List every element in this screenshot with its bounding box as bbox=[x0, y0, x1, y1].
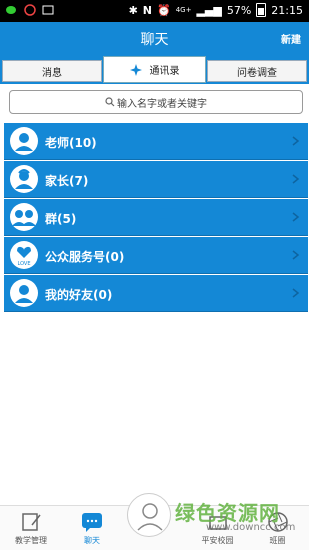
list-item-public-accounts[interactable]: LOVE 公众服务号(0) bbox=[4, 237, 308, 274]
tab-label: 通讯录 bbox=[149, 66, 180, 77]
nav-label: 班圈 bbox=[269, 536, 286, 545]
chat-bubble-icon bbox=[82, 513, 102, 532]
chevron-right-icon bbox=[292, 250, 300, 260]
profile-center-button[interactable] bbox=[127, 493, 171, 537]
tab-label: 问卷调查 bbox=[237, 67, 277, 79]
list-item-teachers[interactable]: 老师(10) bbox=[4, 123, 308, 160]
tab-label: 消息 bbox=[42, 67, 62, 79]
friend-icon bbox=[10, 279, 38, 307]
search-icon bbox=[105, 97, 115, 107]
nav-label: 教学管理 bbox=[15, 536, 47, 545]
parent-icon bbox=[10, 165, 38, 193]
list-item-friends[interactable]: 我的好友(0) bbox=[4, 275, 308, 312]
search-input[interactable]: 输入名字或者关键字 bbox=[9, 90, 303, 114]
group-icon bbox=[10, 203, 38, 231]
title-bar: 聊天 新建 bbox=[0, 22, 309, 54]
nav-label: 平安校园 bbox=[201, 536, 234, 545]
alarm-icon: ⏰ bbox=[157, 3, 171, 17]
list-item-label: 老师(10) bbox=[45, 136, 97, 150]
nav-label: 聊天 bbox=[84, 536, 100, 545]
status-bar: ✱ N ⏰ 4G+ ▂▄▆ 57% 21:15 bbox=[0, 0, 309, 22]
search-area: 输入名字或者关键字 bbox=[0, 84, 309, 120]
battery-percent: 57% bbox=[226, 3, 252, 17]
nav-teaching-management[interactable]: 教学管理 bbox=[8, 506, 54, 550]
teacher-icon bbox=[10, 127, 38, 155]
list-item-groups[interactable]: 群(5) bbox=[4, 199, 308, 236]
nav-chat[interactable]: 聊天 bbox=[72, 506, 112, 550]
search-placeholder: 输入名字或者关键字 bbox=[117, 98, 207, 110]
list-item-label: 我的好友(0) bbox=[45, 288, 113, 302]
chevron-right-icon bbox=[292, 136, 300, 146]
tab-messages[interactable]: 消息 bbox=[2, 60, 102, 82]
wechat-icon bbox=[6, 6, 16, 14]
image-icon bbox=[42, 5, 54, 15]
bluetooth-icon: ✱ bbox=[128, 3, 138, 17]
nfc-icon: N bbox=[142, 3, 152, 17]
chevron-right-icon bbox=[292, 212, 300, 222]
battery-icon bbox=[256, 3, 267, 17]
svg-text:LOVE: LOVE bbox=[17, 261, 30, 267]
chevron-right-icon bbox=[292, 288, 300, 298]
tab-bar: 消息 通讯录 问卷调查 bbox=[0, 54, 309, 84]
new-button[interactable]: 新建 bbox=[281, 31, 301, 46]
tab-survey[interactable]: 问卷调查 bbox=[207, 60, 307, 82]
compass-star-icon bbox=[129, 63, 142, 76]
tab-contacts[interactable]: 通讯录 bbox=[103, 56, 206, 83]
list-item-parents[interactable]: 家长(7) bbox=[4, 161, 308, 198]
signal-icon: ▂▄▆ bbox=[196, 3, 222, 17]
chevron-right-icon bbox=[292, 174, 300, 184]
clock: 21:15 bbox=[271, 3, 303, 17]
person-icon bbox=[137, 503, 163, 531]
list-item-label: 群(5) bbox=[45, 212, 77, 226]
clipboard-icon bbox=[22, 513, 41, 531]
list-item-label: 公众服务号(0) bbox=[45, 250, 125, 264]
contact-list: 老师(10) 家长(7) 群(5) LOVE 公众服务号(0) 我的好友(0) bbox=[4, 123, 308, 313]
watermark-url: www.downcc.com bbox=[206, 522, 296, 533]
network-label: 4G+ bbox=[175, 6, 192, 14]
app-notification-icon bbox=[24, 4, 36, 16]
page-title: 聊天 bbox=[140, 32, 169, 48]
love-icon: LOVE bbox=[10, 241, 38, 269]
list-item-label: 家长(7) bbox=[45, 174, 89, 188]
